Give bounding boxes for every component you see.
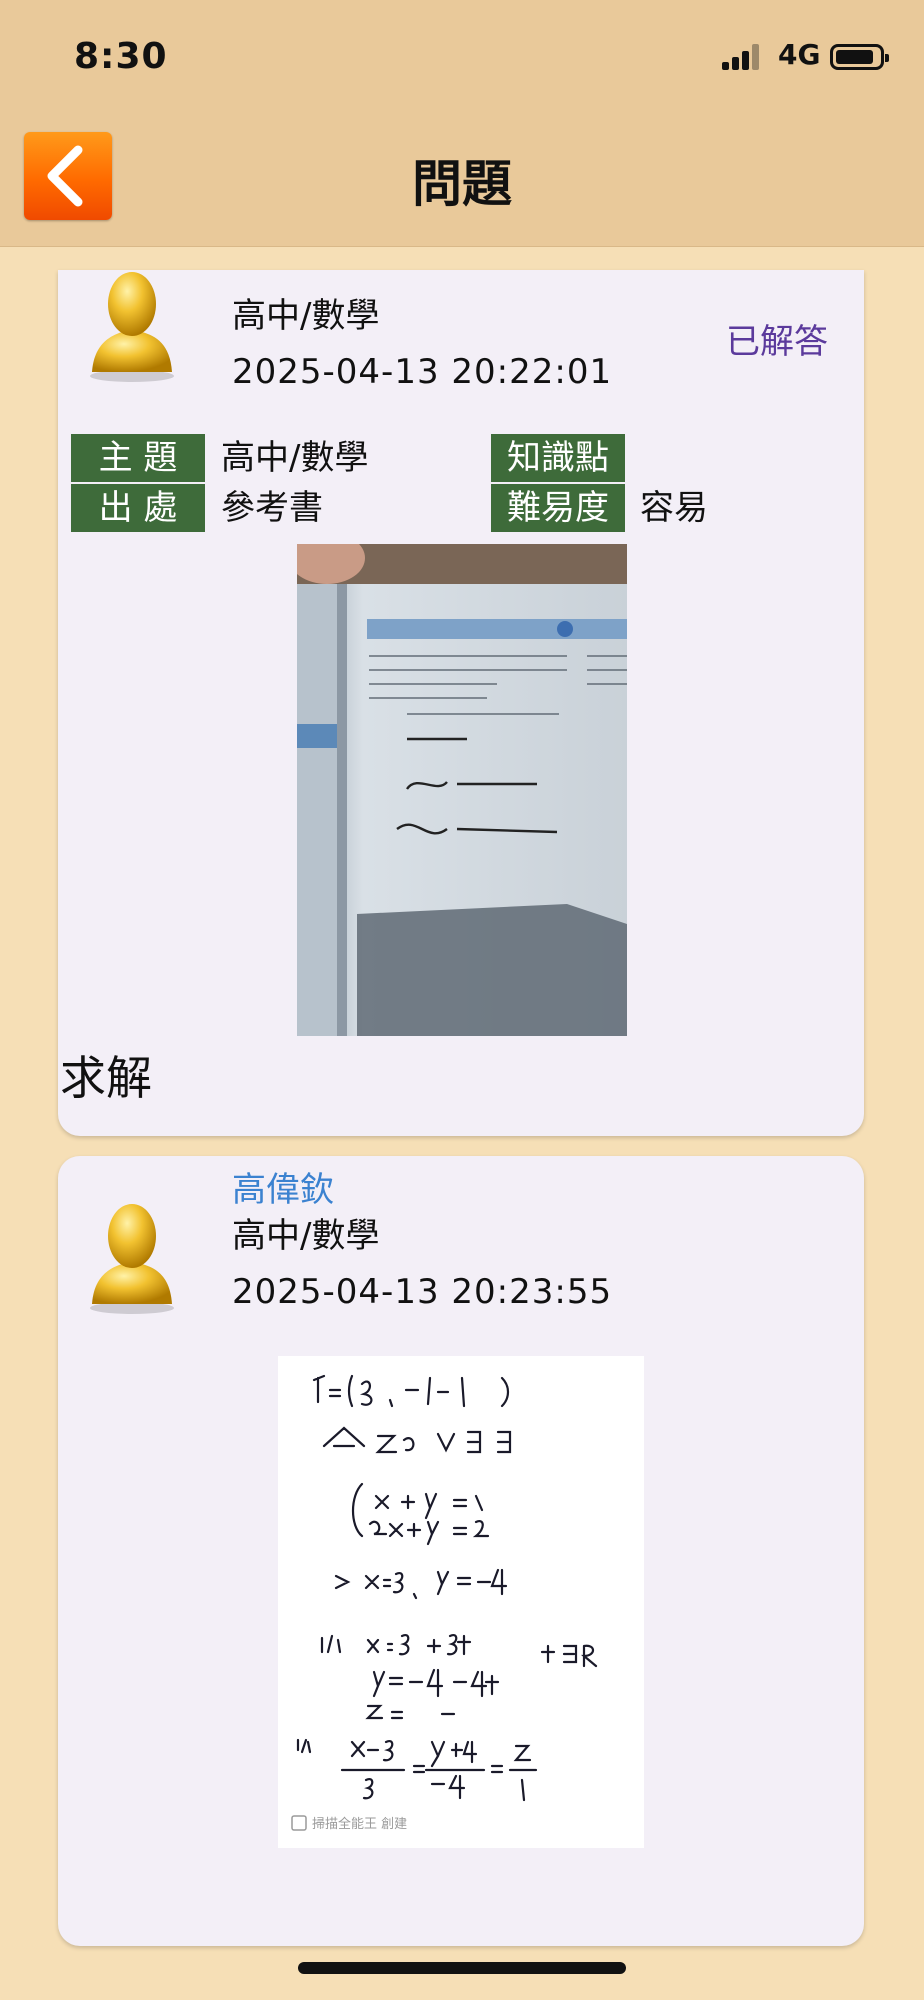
topic-value: 高中/數學: [221, 438, 369, 478]
question-card[interactable]: 高中/數學 2025-04-13 20:22:01 已解答 主 題 高中/數學 …: [58, 270, 864, 1136]
watermark-text: 掃描全能王 創建: [312, 1816, 407, 1832]
topic-label: 主 題: [71, 434, 205, 482]
answer-photo[interactable]: 掃描全能王 創建: [278, 1356, 644, 1848]
source-label: 出 處: [71, 484, 205, 532]
question-timestamp: 2025-04-13 20:22:01: [232, 352, 613, 392]
home-indicator[interactable]: [298, 1962, 626, 1974]
status-time: 8:30: [74, 36, 168, 77]
navigation-bar: 問題: [0, 120, 924, 247]
knowledge-label: 知識點: [491, 434, 625, 482]
difficulty-label: 難易度: [491, 484, 625, 532]
answer-card[interactable]: 高偉欽 高中/數學 2025-04-13 20:23:55 掃描全能王 創建: [58, 1156, 864, 1946]
avatar-icon: [90, 272, 174, 382]
signal-icon: [722, 44, 766, 70]
question-subject: 高中/數學: [232, 296, 380, 336]
source-value: 參考書: [221, 488, 323, 528]
answer-author[interactable]: 高偉欽: [232, 1162, 334, 1211]
question-photo[interactable]: [297, 544, 627, 1036]
battery-icon: [830, 44, 889, 70]
page-title: 問題: [412, 155, 512, 213]
question-text: 求解: [60, 1051, 152, 1105]
status-badge: 已解答: [726, 322, 828, 362]
avatar-icon: [90, 1204, 174, 1314]
answer-subject: 高中/數學: [232, 1216, 380, 1256]
network-type: 4G: [778, 38, 821, 71]
difficulty-value: 容易: [640, 488, 708, 528]
status-bar: 8:30 4G: [0, 0, 924, 120]
answer-timestamp: 2025-04-13 20:23:55: [232, 1272, 613, 1312]
